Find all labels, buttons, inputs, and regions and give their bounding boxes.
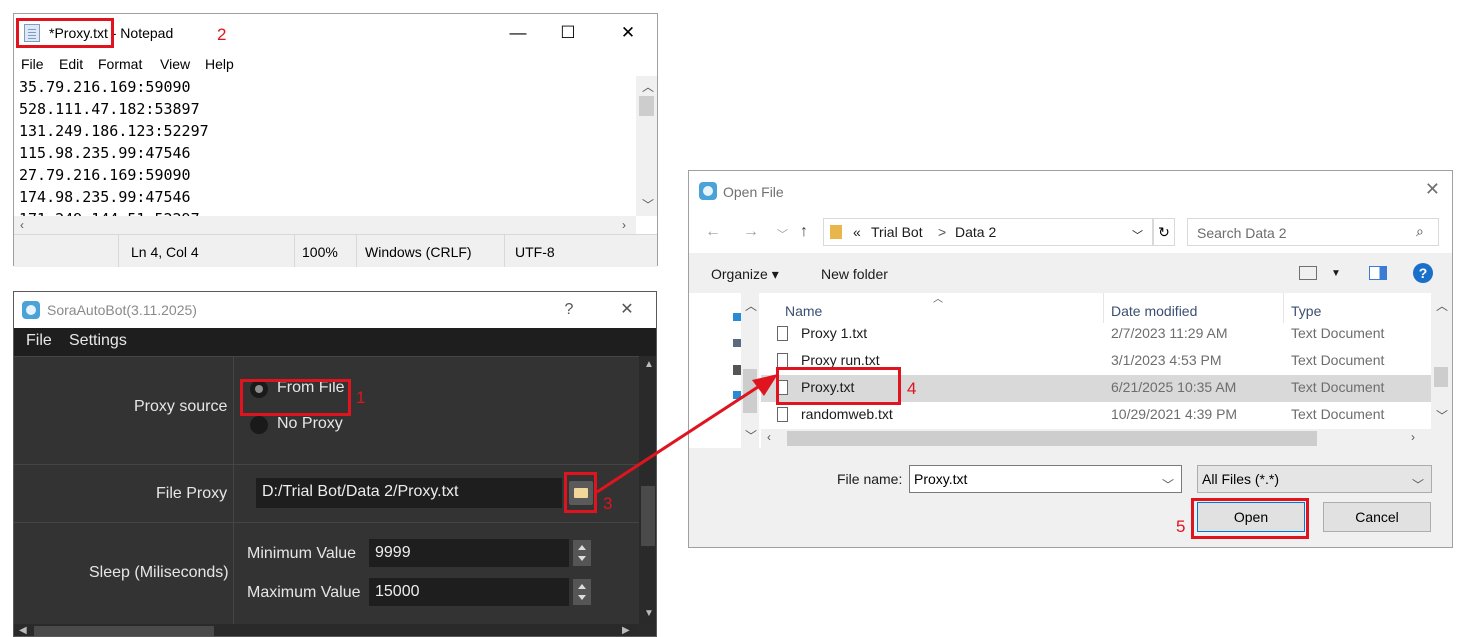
connector-arrow (596, 374, 778, 494)
